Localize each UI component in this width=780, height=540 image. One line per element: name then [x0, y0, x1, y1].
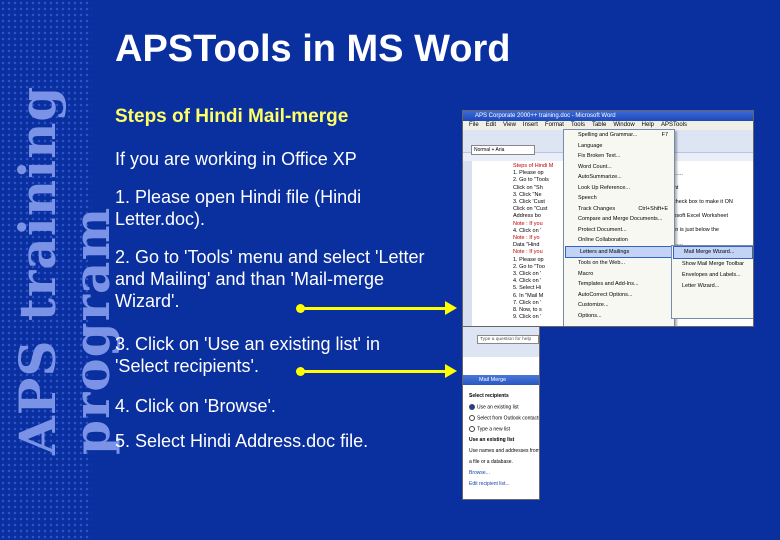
- tools-menu-item[interactable]: Fix Broken Text...: [564, 151, 674, 162]
- radio-button[interactable]: [469, 415, 475, 421]
- step-4: 4. Click on 'Browse'.: [115, 396, 276, 416]
- document-line: Click on "Cust: [513, 206, 548, 213]
- recipient-option[interactable]: Select from Outlook contacts: [469, 415, 539, 421]
- document-line: Click on "Sh: [513, 184, 543, 191]
- tools-menu-item[interactable]: Compare and Merge Documents...: [564, 214, 674, 225]
- word-menu-item[interactable]: Insert: [523, 122, 538, 128]
- tools-menu-item[interactable]: AutoSummarize...: [564, 172, 674, 183]
- word-menu-item[interactable]: Edit: [486, 122, 496, 128]
- document-line: 2. Go to "Tools: [513, 177, 549, 184]
- tools-menu-item[interactable]: Language: [564, 141, 674, 152]
- submenu-item[interactable]: Letter Wizard...: [672, 281, 753, 292]
- document-line: 2. Go to "Too: [513, 263, 545, 270]
- pointer-arrow-task-pane: [296, 364, 457, 378]
- submenu-item[interactable]: Envelopes and Labels...: [672, 270, 753, 281]
- word-tools-menu-screenshot: APS Corporate 2000++ training.doc - Micr…: [462, 110, 754, 327]
- slide-title: APSTools in MS Word: [115, 28, 511, 70]
- tools-menu-item[interactable]: Customize...: [564, 300, 674, 311]
- document-line: 3. Click 'Cust: [513, 199, 545, 205]
- word-menu-item[interactable]: Tools: [571, 122, 585, 128]
- tools-menu-item[interactable]: Options...: [564, 311, 674, 322]
- step-1: 1. Please open Hindi file (Hindi Letter.…: [115, 187, 362, 229]
- pane-text: Select recipients: [469, 393, 509, 399]
- recipient-option[interactable]: Use an existing list: [469, 404, 519, 410]
- recipient-option[interactable]: Type a new list: [469, 426, 510, 432]
- tools-menu-item[interactable]: Spelling and Grammar... F7: [564, 130, 674, 141]
- submenu-item[interactable]: Show Mail Merge Toolbar: [672, 259, 753, 270]
- submenu-item[interactable]: Mail Merge Wizard...: [673, 246, 753, 259]
- pane-link[interactable]: Edit recipient list...: [469, 481, 510, 487]
- word-menu-item[interactable]: View: [503, 122, 516, 128]
- pane-text: Use names and addresses from: [469, 448, 540, 454]
- tools-menu-item[interactable]: Look Up Reference...: [564, 183, 674, 194]
- pointer-arrow-tools-menu: [296, 301, 457, 315]
- document-line: Note : If you: [513, 249, 543, 256]
- pane-text: Use an existing list: [469, 437, 515, 443]
- tools-menu-item[interactable]: Templates and Add-Ins...: [564, 279, 674, 290]
- step-5: 5. Select Hindi Address.doc file.: [115, 431, 369, 451]
- letters-and-mailings-submenu: Mail Merge Wizard... Show Mail Merge Tool…: [671, 245, 753, 319]
- help-question-box: Type a question for help: [477, 335, 539, 344]
- document-line: Address bo: [513, 213, 541, 220]
- word-ruler: [463, 161, 472, 326]
- tools-menu-item[interactable]: Online Collaboration: [564, 235, 674, 246]
- step-2: 2. Go to 'Tools' menu and select 'Letter…: [115, 247, 425, 311]
- tools-menu-item[interactable]: Track Changes Ctrl+Shift+E: [564, 204, 674, 215]
- tools-menu-item[interactable]: Tools on the Web...: [564, 258, 674, 269]
- document-line: 4. Click on ': [513, 227, 542, 234]
- word-menu-item[interactable]: APSTools: [661, 122, 687, 128]
- word-menu-item[interactable]: Window: [613, 122, 634, 128]
- tools-menu-item[interactable]: AutoCorrect Options...: [564, 290, 674, 301]
- slide-subtitle: Steps of Hindi Mail-merge: [115, 106, 349, 127]
- document-line: 9. Click on ': [513, 314, 542, 321]
- tools-menu-item[interactable]: Speech: [564, 193, 674, 204]
- tools-menu-item[interactable]: Macro: [564, 269, 674, 280]
- document-line: 3. Click on ': [513, 271, 542, 277]
- style-box: Normal + Aria: [471, 145, 535, 155]
- document-line: Steps of Hindi M: [513, 163, 554, 169]
- word-menu-item[interactable]: File: [469, 122, 479, 128]
- mail-merge-pane-screenshot: Type a question for help Mail Merge Sele…: [462, 326, 540, 500]
- mail-merge-pane-header: Mail Merge: [463, 375, 539, 385]
- tools-menu: Spelling and Grammar... F7 Language Fix Bro…: [563, 129, 675, 326]
- document-line: 3. Click "Ne: [513, 191, 542, 198]
- tools-menu-item[interactable]: Word Count...: [564, 162, 674, 173]
- pane-link[interactable]: Browse...: [469, 470, 490, 476]
- document-line: 5. Select Hi: [513, 285, 542, 292]
- word-title-bar: APS Corporate 2000++ training.doc - Micr…: [463, 111, 753, 121]
- tools-menu-item[interactable]: Letters and Mailings: [565, 245, 673, 258]
- document-line: Note : If yo: [513, 235, 540, 241]
- document-line: 8. Now, to s: [513, 307, 542, 313]
- intro-text: If you are working in Office XP: [115, 149, 357, 169]
- document-line: 7. Click on ': [513, 299, 542, 306]
- document-line: 6. In "Mail M: [513, 292, 544, 299]
- radio-button[interactable]: [469, 426, 475, 432]
- document-line: 1. Please op: [513, 256, 544, 263]
- word-menu-item[interactable]: Table: [592, 122, 606, 128]
- document-line: Data "Hind: [513, 242, 540, 249]
- document-line: 1. Please op: [513, 170, 544, 177]
- document-line: Note : If you: [513, 220, 543, 227]
- radio-button[interactable]: [469, 404, 475, 410]
- sidebar-brand-line2: program: [62, 206, 121, 455]
- word-menu-item[interactable]: Help: [642, 122, 654, 128]
- sidebar-brand-line1: APS training: [8, 85, 67, 455]
- word-menu-item[interactable]: Format: [545, 122, 564, 128]
- tools-menu-item[interactable]: Protect Document...: [564, 225, 674, 236]
- pane-text: a file or a database.: [469, 459, 513, 465]
- document-line: 4. Click on ': [513, 278, 542, 285]
